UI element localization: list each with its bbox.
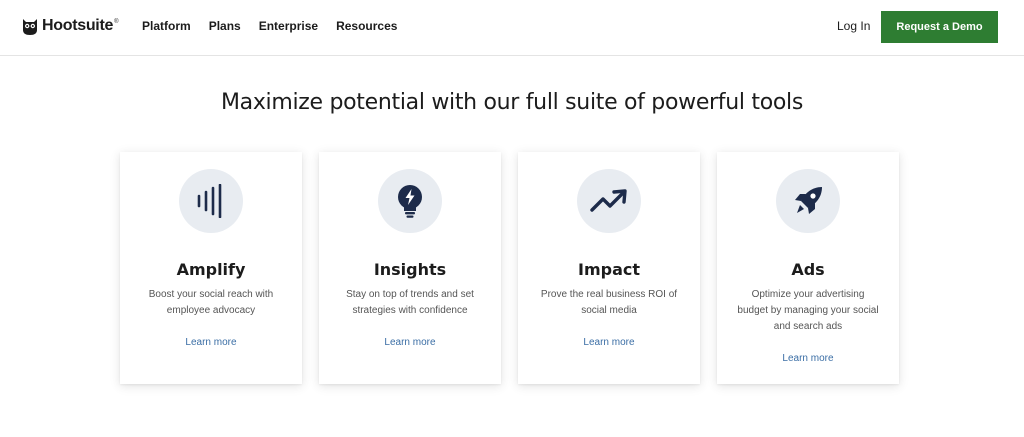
page-headline: Maximize potential with our full suite o… [220, 90, 804, 115]
feature-card-ads: Ads Optimize your advertising budget by … [717, 152, 899, 384]
main-nav: Platform Plans Enterprise Resources [142, 18, 415, 34]
card-description: Stay on top of trends and set strategies… [346, 289, 474, 316]
registered-mark: ® [114, 19, 119, 25]
nav-platform[interactable]: Platform [142, 18, 191, 34]
request-demo-button[interactable]: Request a Demo [881, 11, 998, 43]
feature-card-amplify: Amplify Boost your social reach with emp… [120, 152, 302, 384]
card-title: Amplify [176, 260, 246, 279]
learn-more-link[interactable]: Learn more [120, 336, 302, 350]
lightbulb-bolt-icon [378, 169, 442, 233]
feature-card-impact: Impact Prove the real business ROI of so… [518, 152, 700, 384]
hootsuite-logo[interactable]: Hootsuite ® [22, 15, 119, 37]
owl-logo-icon [23, 19, 37, 35]
card-description: Prove the real business ROI of social me… [540, 289, 678, 316]
card-description: Optimize your advertising budget by mana… [737, 289, 879, 332]
learn-more-link[interactable]: Learn more [717, 352, 899, 366]
nav-enterprise[interactable]: Enterprise [259, 18, 318, 34]
learn-more-link[interactable]: Learn more [319, 336, 501, 350]
logo-wordmark: Hootsuite [42, 17, 114, 34]
rocket-icon [776, 169, 840, 233]
card-title: Ads [791, 260, 825, 279]
top-navigation: Hootsuite ® Platform Plans Enterprise Re… [0, 0, 1024, 56]
card-title: Impact [577, 260, 640, 279]
login-link[interactable]: Log In [837, 18, 870, 34]
nav-resources[interactable]: Resources [336, 18, 397, 34]
feature-card-insights: Insights Stay on top of trends and set s… [319, 152, 501, 384]
card-title: Insights [373, 260, 447, 279]
learn-more-link[interactable]: Learn more [518, 336, 700, 350]
soundwave-icon [179, 169, 243, 233]
card-description: Boost your social reach with employee ad… [148, 289, 274, 316]
nav-plans[interactable]: Plans [209, 18, 241, 34]
trending-up-icon [577, 169, 641, 233]
